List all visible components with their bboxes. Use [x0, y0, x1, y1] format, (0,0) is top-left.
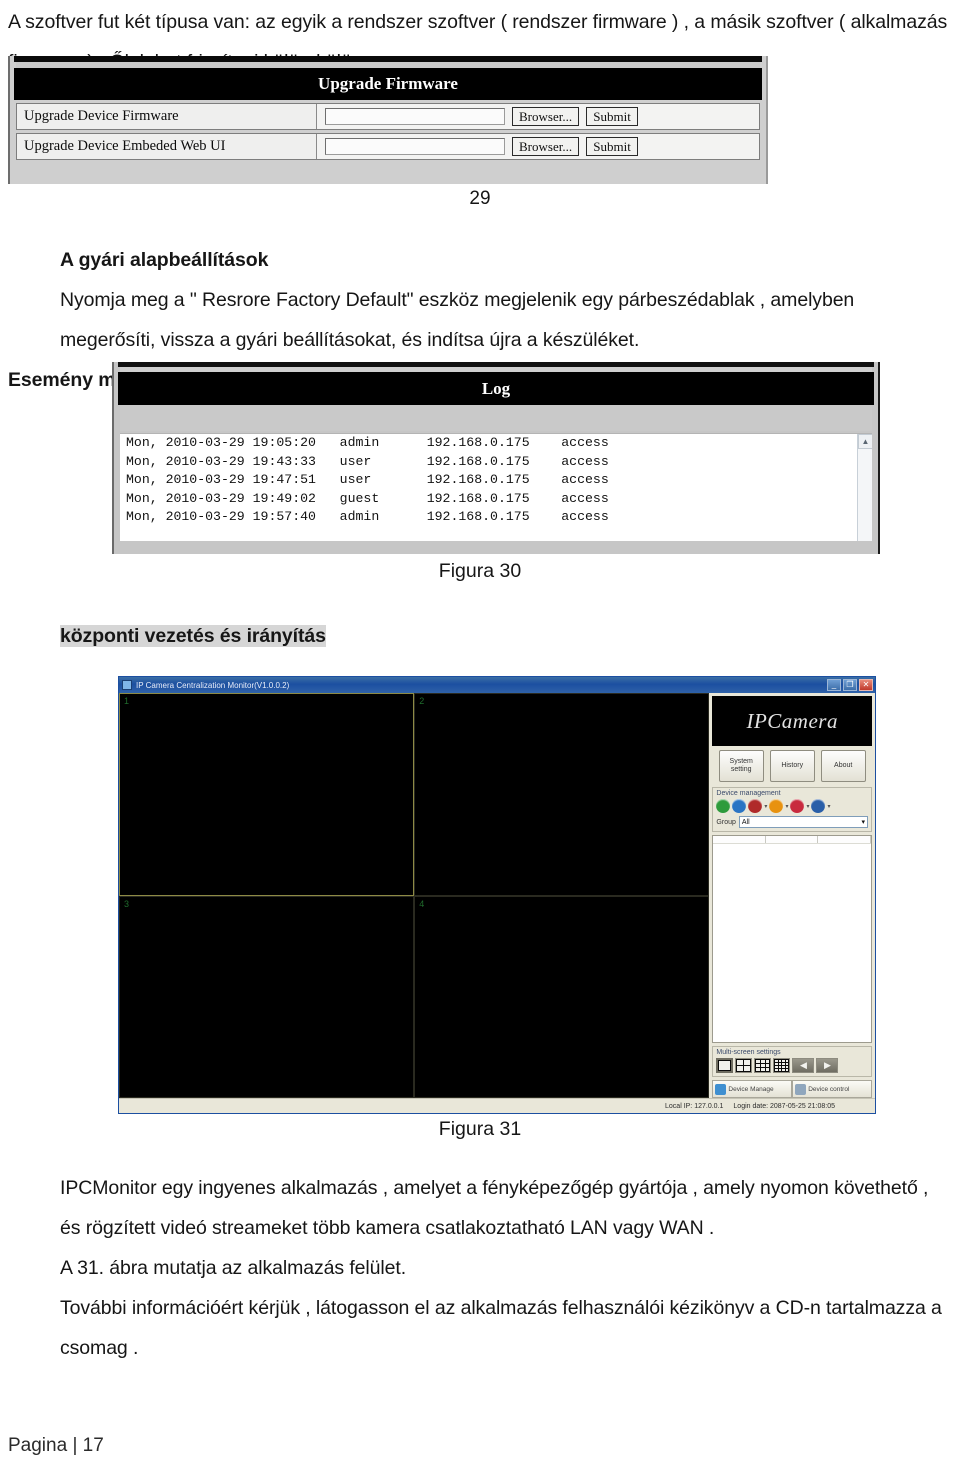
figure-31-caption: Figura 31: [438, 1118, 522, 1140]
table-row: Upgrade Device Embeded Web UI Browser...…: [16, 133, 760, 160]
group-filter-row: Group All ▾: [716, 816, 868, 828]
webui-browse-button[interactable]: Browser...: [512, 137, 580, 156]
video-grid: 1 2 3 4: [119, 693, 710, 1098]
chevron-down-icon[interactable]: ▾: [764, 803, 767, 810]
multi-screen-toolbar: ◀ ▶: [716, 1058, 868, 1073]
chevron-down-icon[interactable]: ▾: [785, 803, 788, 810]
edit-device-icon[interactable]: [748, 799, 763, 813]
webui-submit-button[interactable]: Submit: [586, 137, 639, 156]
video-pane-1[interactable]: 1: [119, 693, 415, 896]
device-list[interactable]: [712, 835, 872, 1043]
history-button[interactable]: History: [769, 750, 815, 782]
webui-file-input[interactable]: [325, 138, 505, 155]
about-button[interactable]: About: [820, 750, 866, 782]
app-side-panel: IPCamera System setting History About De…: [709, 693, 875, 1098]
app-top-buttons: System setting History About: [712, 750, 872, 782]
status-login-date: Login date: 2087-05-25 21:08:05: [733, 1102, 835, 1110]
delete-device-icon[interactable]: [769, 799, 784, 813]
video-pane-2[interactable]: 2: [414, 693, 710, 896]
central-management-heading: központi vezetés és irányítás: [60, 616, 326, 656]
page-marker: 29: [469, 188, 491, 209]
list-item: Mon, 2010-03-29 19:47:51 user 192.168.0.…: [126, 472, 609, 487]
minimize-icon[interactable]: _: [827, 679, 841, 691]
central-management-heading-text: központi vezetés és irányítás: [60, 625, 326, 647]
group-filter-value: All: [741, 818, 750, 826]
table-row: Upgrade Device Firmware Browser... Submi…: [16, 103, 760, 130]
ipcamera-logo: IPCamera: [712, 696, 872, 746]
video-pane-3[interactable]: 3: [119, 895, 415, 1098]
device-control-icon: [795, 1083, 807, 1095]
upgrade-firmware-screenshot: Upgrade Firmware Upgrade Device Firmware…: [8, 56, 768, 184]
search-device-icon[interactable]: [732, 799, 747, 813]
firmware-submit-button[interactable]: Submit: [586, 107, 639, 126]
prev-page-icon[interactable]: ◀: [792, 1058, 815, 1073]
list-item: Mon, 2010-03-29 19:57:40 admin 192.168.0…: [126, 509, 609, 524]
device-list-column: [766, 836, 819, 843]
ipcamera-app-window: IP Camera Centralization Monitor(V1.0.0.…: [118, 676, 876, 1114]
page-footer: Pagina | 17: [8, 1435, 104, 1456]
device-management-title: Device management: [716, 790, 781, 797]
factory-defaults-body: Nyomja meg a " Resrore Factory Default" …: [60, 289, 855, 351]
app-title-text: IP Camera Centralization Monitor(V1.0.0.…: [136, 680, 290, 690]
tab-device-manage-label: Device Manage: [728, 1085, 774, 1093]
group-filter-select[interactable]: All ▾: [738, 816, 868, 828]
factory-defaults-heading: A gyári alapbeállítások: [60, 249, 269, 271]
firmware-panel-title: Upgrade Firmware: [14, 68, 762, 100]
log-screenshot: Log Mon, 2010-03-29 19:05:20 admin 192.1…: [112, 362, 880, 554]
bottom-tabs: Device Manage Device control: [712, 1080, 873, 1098]
next-page-icon[interactable]: ▶: [816, 1058, 839, 1073]
closing-paragraph-1: IPCMonitor egy ingyenes alkalmazás , ame…: [60, 1177, 929, 1239]
layout-16-button[interactable]: [773, 1058, 791, 1073]
video-pane-4[interactable]: 4: [414, 895, 710, 1098]
group-filter-label: Group: [716, 818, 736, 826]
log-scrollbar[interactable]: ▲: [857, 434, 872, 541]
status-local-ip: Local IP: 127.0.0.1: [665, 1102, 724, 1110]
layout-9-button[interactable]: [754, 1058, 772, 1073]
list-item: Mon, 2010-03-29 19:43:33 user 192.168.0.…: [126, 453, 609, 469]
app-statusbar: Local IP: 127.0.0.1 Login date: 2087-05-…: [119, 1098, 875, 1113]
log-panel-title: Log: [118, 372, 874, 405]
ipcamera-logo-text: IPCamera: [746, 708, 838, 733]
system-setting-button[interactable]: System setting: [718, 750, 764, 782]
scroll-up-icon[interactable]: ▲: [858, 434, 872, 449]
list-item: Mon, 2010-03-29 19:49:02 guest 192.168.0…: [126, 490, 609, 506]
video-pane-number: 3: [124, 898, 130, 909]
firmware-browse-button[interactable]: Browser...: [512, 107, 580, 126]
chevron-down-icon[interactable]: ▾: [861, 818, 865, 826]
upgrade-web-ui-label: Upgrade Device Embeded Web UI: [17, 134, 317, 159]
firmware-file-input[interactable]: [325, 108, 505, 125]
device-management-toolbar: ▾ ▾ ▾ ▾: [716, 799, 868, 813]
layout-1-button[interactable]: [716, 1058, 734, 1073]
device-manage-icon: [715, 1083, 727, 1095]
device-list-column: [713, 836, 766, 843]
video-pane-number: 4: [419, 898, 425, 909]
multi-screen-group: Multi-screen settings ◀ ▶: [712, 1046, 872, 1077]
device-list-column: [818, 836, 872, 843]
tab-device-manage[interactable]: Device Manage: [712, 1080, 793, 1098]
restore-icon[interactable]: ❐: [843, 679, 857, 691]
app-titlebar: IP Camera Centralization Monitor(V1.0.0.…: [119, 677, 875, 693]
close-icon[interactable]: ✕: [859, 679, 873, 691]
multi-screen-title: Multi-screen settings: [716, 1049, 781, 1056]
device-management-group: Device management ▾ ▾ ▾ ▾ Group All ▾: [712, 787, 872, 832]
upgrade-device-firmware-label: Upgrade Device Firmware: [17, 104, 317, 129]
app-icon: [122, 680, 132, 690]
add-device-icon[interactable]: [716, 799, 731, 813]
list-item: Mon, 2010-03-29 19:05:20 admin 192.168.0…: [126, 435, 609, 450]
play-device-icon[interactable]: [790, 799, 805, 813]
figure-30-caption: Figura 30: [438, 560, 522, 582]
closing-paragraph-3: További információért kérjük , látogasso…: [60, 1297, 942, 1359]
stop-device-icon[interactable]: [811, 799, 826, 813]
device-list-header: [713, 836, 872, 844]
log-panel-subbar: [120, 405, 872, 431]
closing-paragraph-2: A 31. ábra mutatja az alkalmazás felület…: [60, 1257, 407, 1279]
log-entries-list[interactable]: Mon, 2010-03-29 19:05:20 admin 192.168.0…: [120, 433, 872, 541]
chevron-down-icon[interactable]: ▾: [806, 803, 809, 810]
video-pane-number: 1: [124, 696, 130, 706]
chevron-down-icon[interactable]: ▾: [827, 803, 830, 810]
video-pane-number: 2: [419, 696, 425, 706]
tab-device-control-label: Device control: [808, 1085, 850, 1093]
tab-device-control[interactable]: Device control: [792, 1080, 873, 1098]
layout-4-button[interactable]: [735, 1058, 753, 1073]
